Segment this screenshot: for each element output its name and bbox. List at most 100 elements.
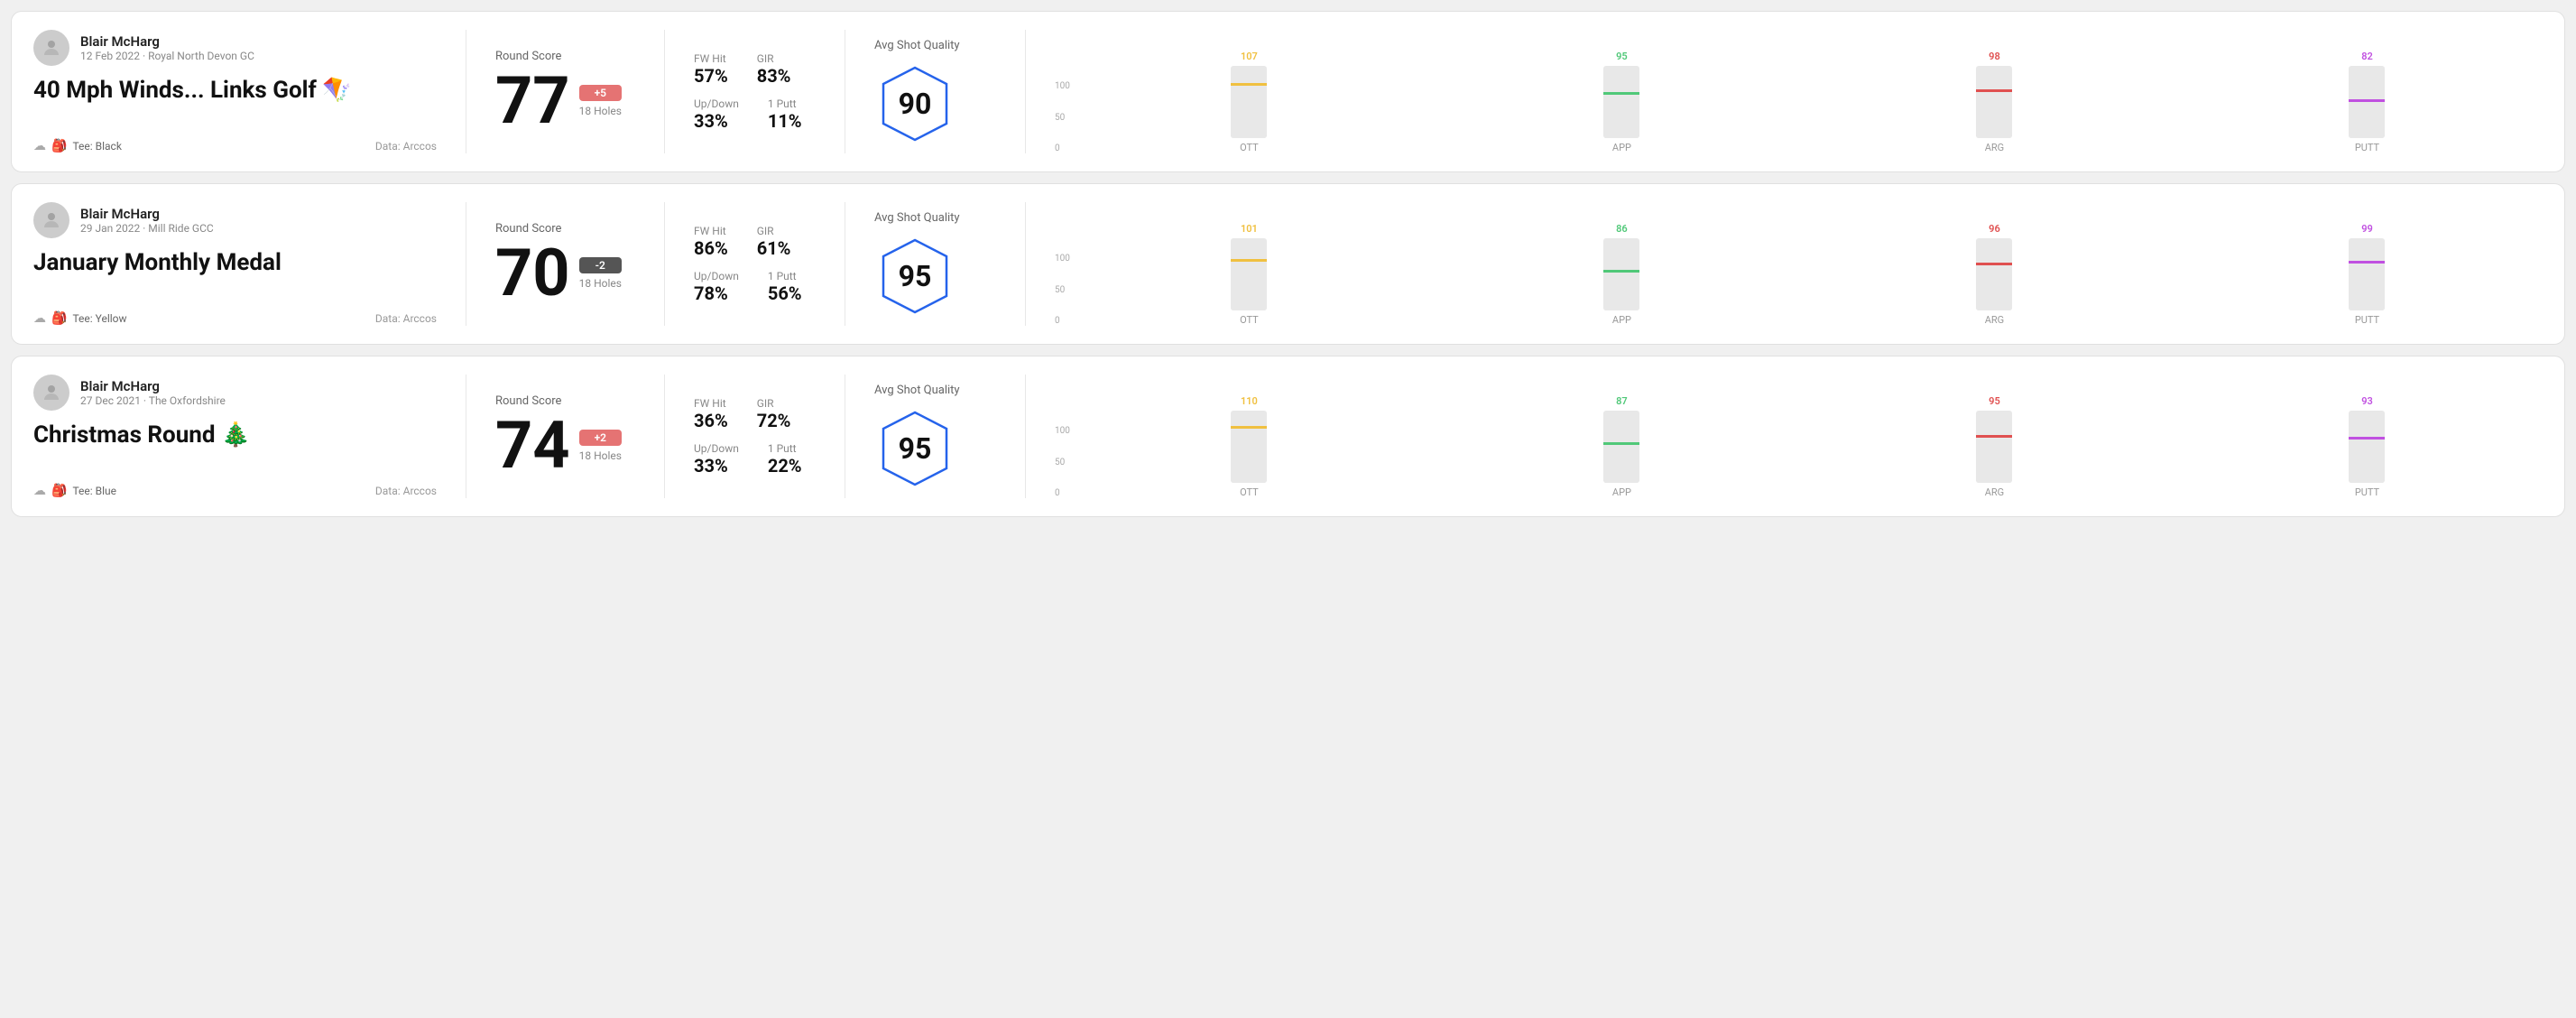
chart-y-axis: 100 50 0 bbox=[1055, 426, 1070, 498]
bar-fill-ott bbox=[1231, 86, 1267, 138]
stat-one-putt: 1 Putt 11% bbox=[768, 97, 802, 132]
bar-fill-putt bbox=[2349, 440, 2385, 483]
up-down-label: Up/Down bbox=[694, 97, 739, 110]
bar-group-app: 87 bbox=[1446, 395, 1797, 483]
chart-wrapper: 100 50 0 107 95 bbox=[1055, 30, 2543, 153]
chart-label-putt: PUTT bbox=[2192, 314, 2543, 326]
bar-value-arg: 98 bbox=[1989, 51, 2000, 62]
bar-group-putt: 93 bbox=[2192, 395, 2543, 483]
hexagon-wrap: 95 bbox=[874, 236, 956, 317]
bag-icon: 🎒 bbox=[51, 311, 67, 326]
score-holes: 18 Holes bbox=[579, 449, 622, 462]
score-diff-badge: +2 bbox=[579, 430, 622, 446]
chart-label-arg: ARG bbox=[1819, 142, 2170, 153]
stat-up-down: Up/Down 78% bbox=[694, 270, 739, 304]
stat-fw-hit: FW Hit 57% bbox=[694, 52, 728, 87]
bar-group-ott: 101 bbox=[1074, 223, 1425, 310]
card-score-round-1: Round Score 77 +5 18 Holes bbox=[466, 30, 665, 153]
y-label-0: 0 bbox=[1055, 488, 1070, 498]
gir-label: GIR bbox=[757, 397, 791, 410]
card-stats-round-1: FW Hit 57% GIR 83% Up/Down 33% 1 Putt 11… bbox=[665, 30, 845, 153]
chart-label-putt: PUTT bbox=[2192, 142, 2543, 153]
bar-line-arg bbox=[1976, 263, 2012, 265]
bar-fill-arg bbox=[1976, 265, 2012, 310]
hexagon-wrap: 90 bbox=[874, 63, 956, 144]
score-number: 77 bbox=[495, 69, 570, 134]
user-info: Blair McHarg 29 Jan 2022 · Mill Ride GCC bbox=[80, 206, 214, 235]
chart-bars: 110 87 95 93 bbox=[1074, 375, 2543, 483]
stat-up-down: Up/Down 33% bbox=[694, 442, 739, 477]
bar-arg bbox=[1976, 66, 2012, 138]
bar-line-putt bbox=[2349, 261, 2385, 264]
fw-hit-value: 86% bbox=[694, 237, 728, 259]
user-name: Blair McHarg bbox=[80, 378, 226, 394]
stat-gir: GIR 72% bbox=[757, 397, 791, 431]
bar-group-arg: 95 bbox=[1819, 395, 2170, 483]
bar-value-ott: 110 bbox=[1241, 395, 1258, 407]
bar-ott bbox=[1231, 66, 1267, 138]
chart-bars: 107 95 98 82 bbox=[1074, 30, 2543, 138]
score-main: 70 -2 18 Holes bbox=[495, 241, 635, 306]
stat-one-putt: 1 Putt 56% bbox=[768, 270, 802, 304]
score-number: 70 bbox=[495, 241, 570, 306]
score-badge-wrap: -2 18 Holes bbox=[579, 257, 622, 290]
bar-fill-app bbox=[1603, 95, 1639, 138]
score-holes: 18 Holes bbox=[579, 105, 622, 117]
score-label: Round Score bbox=[495, 394, 635, 408]
card-footer: ☁ 🎒 Tee: Blue Data: Arccos bbox=[33, 473, 437, 498]
user-header: Blair McHarg 27 Dec 2021 · The Oxfordshi… bbox=[33, 375, 437, 411]
chart-label-app: APP bbox=[1446, 486, 1797, 498]
chart-wrapper: 100 50 0 101 86 bbox=[1055, 202, 2543, 326]
fw-hit-value: 57% bbox=[694, 65, 728, 87]
chart-x-labels: OTTAPPARGPUTT bbox=[1074, 142, 2543, 153]
score-badge-wrap: +2 18 Holes bbox=[579, 430, 622, 462]
bar-fill-putt bbox=[2349, 102, 2385, 138]
chart-wrapper: 100 50 0 110 87 bbox=[1055, 375, 2543, 498]
bar-fill-putt bbox=[2349, 264, 2385, 310]
y-label-50: 50 bbox=[1055, 458, 1070, 467]
bar-group-arg: 98 bbox=[1819, 51, 2170, 138]
bar-value-app: 87 bbox=[1616, 395, 1628, 407]
user-header: Blair McHarg 12 Feb 2022 · Royal North D… bbox=[33, 30, 437, 66]
bar-group-ott: 110 bbox=[1074, 395, 1425, 483]
stat-up-down: Up/Down 33% bbox=[694, 97, 739, 132]
user-name: Blair McHarg bbox=[80, 33, 254, 50]
hexagon-value: 90 bbox=[899, 87, 932, 121]
chart-section: 100 50 0 101 86 bbox=[1026, 202, 2543, 326]
bar-app bbox=[1603, 411, 1639, 483]
quality-label: Avg Shot Quality bbox=[874, 211, 960, 225]
y-label-0: 0 bbox=[1055, 316, 1070, 326]
quality-label: Avg Shot Quality bbox=[874, 39, 960, 52]
stat-one-putt: 1 Putt 22% bbox=[768, 442, 802, 477]
round-card-round-3: Blair McHarg 27 Dec 2021 · The Oxfordshi… bbox=[11, 356, 2565, 517]
score-badge-wrap: +5 18 Holes bbox=[579, 85, 622, 117]
y-label-50: 50 bbox=[1055, 285, 1070, 295]
chart-label-putt: PUTT bbox=[2192, 486, 2543, 498]
tee-label: Tee: Yellow bbox=[72, 312, 126, 325]
bar-line-putt bbox=[2349, 437, 2385, 440]
y-label-50: 50 bbox=[1055, 113, 1070, 123]
score-diff-badge: -2 bbox=[579, 257, 622, 273]
tee-info: ☁ 🎒 Tee: Blue bbox=[33, 484, 116, 498]
card-left-round-2: Blair McHarg 29 Jan 2022 · Mill Ride GCC… bbox=[33, 202, 466, 326]
chart-label-arg: ARG bbox=[1819, 314, 2170, 326]
bar-line-app bbox=[1603, 442, 1639, 445]
y-label-100: 100 bbox=[1055, 426, 1070, 436]
card-footer: ☁ 🎒 Tee: Black Data: Arccos bbox=[33, 128, 437, 153]
chart-label-ott: OTT bbox=[1074, 314, 1425, 326]
bar-value-ott: 107 bbox=[1241, 51, 1258, 62]
card-stats-round-2: FW Hit 86% GIR 61% Up/Down 78% 1 Putt 56… bbox=[665, 202, 845, 326]
bar-value-app: 86 bbox=[1616, 223, 1628, 235]
stats-row-bottom: Up/Down 33% 1 Putt 22% bbox=[694, 442, 816, 477]
chart-y-axis: 100 50 0 bbox=[1055, 254, 1070, 326]
chart-x-labels: OTTAPPARGPUTT bbox=[1074, 486, 2543, 498]
avatar bbox=[33, 375, 69, 411]
bar-line-putt bbox=[2349, 99, 2385, 102]
bar-line-ott bbox=[1231, 426, 1267, 429]
stats-row-bottom: Up/Down 33% 1 Putt 11% bbox=[694, 97, 816, 132]
card-score-round-2: Round Score 70 -2 18 Holes bbox=[466, 202, 665, 326]
hexagon: 90 bbox=[874, 63, 956, 144]
stat-fw-hit: FW Hit 36% bbox=[694, 397, 728, 431]
bar-ott bbox=[1231, 411, 1267, 483]
gir-value: 72% bbox=[757, 410, 791, 431]
